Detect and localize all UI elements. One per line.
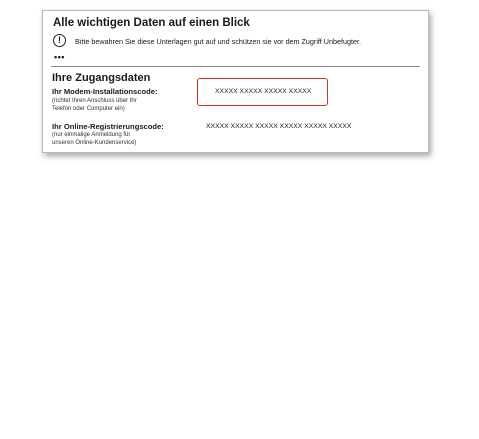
online-code-label: Ihr Online-Registrierungscode: [52, 122, 164, 131]
modem-code-note-line1: (richtet Ihren Anschluss über Ihr [52, 98, 137, 104]
modem-code-note-line2: Telefon oder Computer ein) [52, 105, 125, 112]
online-code-value: XXXXX XXXXX XXXXX XXXXX XXXXX XXXXX [206, 123, 352, 130]
more-dots: ••• [54, 52, 65, 62]
modem-code-value: XXXXX XXXXX XXXXX XXXXX [215, 88, 312, 95]
card-title: Alle wichtigen Daten auf einen Blick [53, 17, 250, 29]
online-code-note-line2: unseren Online-Kundenservice) [52, 139, 137, 146]
info-circle-icon: ! [53, 34, 66, 47]
modem-code-label: Ihr Modem-Installationscode: [52, 87, 158, 96]
security-hint: Bitte bewahren Sie diese Unterlagen gut … [75, 37, 361, 46]
online-code-note-line1: (nur einmalige Anmeldung für [52, 132, 131, 138]
section-title: Ihre Zugangsdaten [52, 72, 151, 84]
divider [51, 66, 420, 67]
access-data-card: Alle wichtigen Daten auf einen Blick ! B… [42, 10, 429, 153]
